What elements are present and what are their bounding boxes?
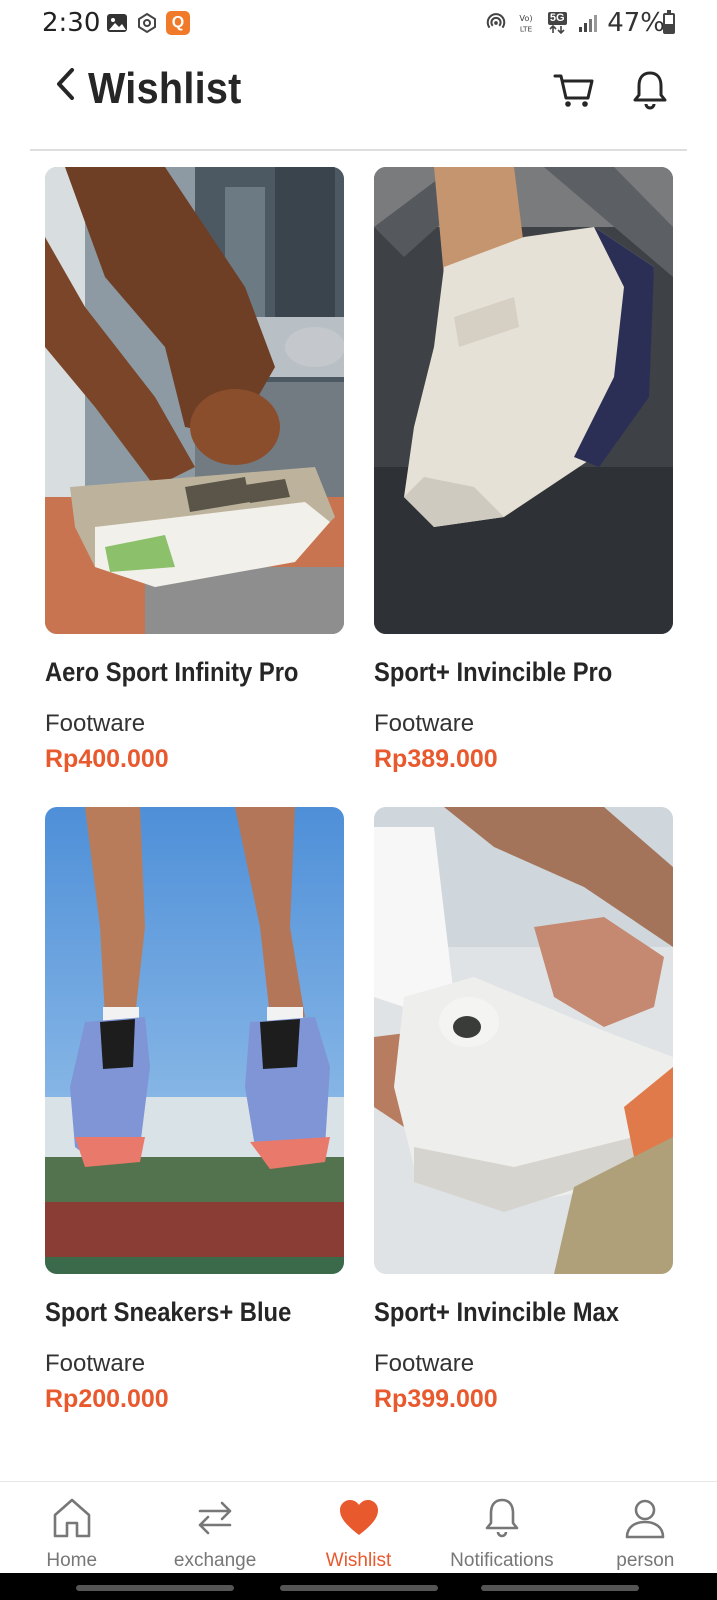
status-time: 2:30 [42, 8, 101, 38]
product-category: Footware [374, 1350, 475, 1377]
cart-button[interactable] [552, 68, 596, 112]
5g-icon: 5G [545, 12, 569, 34]
product-card[interactable]: Sport+ Invincible Pro Footware Rp389.000 [374, 167, 673, 807]
gesture-pill[interactable] [481, 1585, 639, 1591]
product-price: Rp399.000 [374, 1385, 498, 1413]
product-card[interactable]: Sport Sneakers+ Blue Footware Rp200.000 [45, 807, 344, 1447]
nav-label: person [616, 1550, 675, 1571]
cart-icon [553, 74, 594, 107]
gesture-pill[interactable] [76, 1585, 234, 1591]
back-button[interactable] [50, 64, 80, 104]
blue-sneakers-jump-photo[interactable] [45, 807, 344, 1274]
product-card[interactable]: Aero Sport Infinity Pro Footware Rp400.0… [45, 167, 344, 807]
bell-icon [478, 1494, 526, 1542]
product-price: Rp389.000 [374, 745, 498, 773]
volte-icon: Vo) LTE [515, 12, 537, 34]
status-system-icons: Vo) LTE 5G 47% [485, 8, 665, 38]
page-title: Wishlist [88, 64, 242, 113]
nav-label: exchange [173, 1550, 257, 1571]
product-category: Footware [45, 710, 146, 737]
back-chevron-icon [57, 68, 74, 100]
nav-item-wishlist[interactable]: Wishlist [287, 1482, 430, 1573]
product-name[interactable]: Sport Sneakers+ Blue [45, 1297, 291, 1328]
nav-item-exchange[interactable]: exchange [143, 1482, 286, 1573]
sync-icon [136, 12, 158, 34]
home-icon [48, 1494, 96, 1542]
product-card[interactable]: Sport+ Invincible Max Footware Rp399.000 [374, 807, 673, 1447]
sneaker-lacing-city-photo[interactable] [45, 167, 344, 634]
white-sneaker-tying-photo[interactable] [374, 807, 673, 1274]
nav-label: Wishlist [325, 1550, 392, 1571]
svg-text:LTE: LTE [520, 24, 533, 33]
product-name[interactable]: Sport+ Invincible Max [374, 1297, 619, 1328]
hotspot-icon [485, 12, 507, 34]
bottom-navigation: Home exchange Wishlist Notifications per… [0, 1481, 717, 1573]
system-gesture-bar [0, 1573, 717, 1600]
battery-percent: 47% [607, 8, 665, 38]
product-name[interactable]: Sport+ Invincible Pro [374, 657, 612, 688]
signal-icon [577, 12, 599, 34]
product-price: Rp400.000 [45, 745, 169, 773]
app-header: Wishlist [0, 56, 717, 126]
nav-label: Home [46, 1550, 98, 1571]
exchange-icon [191, 1494, 239, 1542]
product-category: Footware [45, 1350, 146, 1377]
product-category: Footware [374, 710, 475, 737]
svg-text:Vo): Vo) [520, 13, 533, 23]
q-app-icon: Q [166, 11, 190, 35]
bell-icon [633, 71, 667, 110]
nav-item-notifications[interactable]: Notifications [430, 1482, 573, 1573]
nav-label: Notifications [450, 1550, 554, 1571]
header-divider [30, 149, 687, 151]
gallery-icon [106, 12, 128, 34]
product-price: Rp200.000 [45, 1385, 169, 1413]
nav-item-person[interactable]: person [574, 1482, 717, 1573]
battery-icon [663, 10, 675, 34]
notifications-button[interactable] [628, 68, 672, 112]
network-label: 5G [547, 12, 567, 25]
nav-item-home[interactable]: Home [0, 1482, 143, 1573]
white-running-shoe-photo[interactable] [374, 167, 673, 634]
status-notification-icons: Q [106, 11, 190, 35]
product-name[interactable]: Aero Sport Infinity Pro [45, 657, 298, 688]
gesture-pill[interactable] [280, 1585, 438, 1591]
wishlist-grid: Aero Sport Infinity Pro Footware Rp400.0… [45, 167, 673, 1447]
person-icon [621, 1494, 669, 1542]
status-bar: 2:30 Q Vo) LTE 5G 47% [0, 0, 717, 46]
heart-icon [335, 1494, 383, 1542]
